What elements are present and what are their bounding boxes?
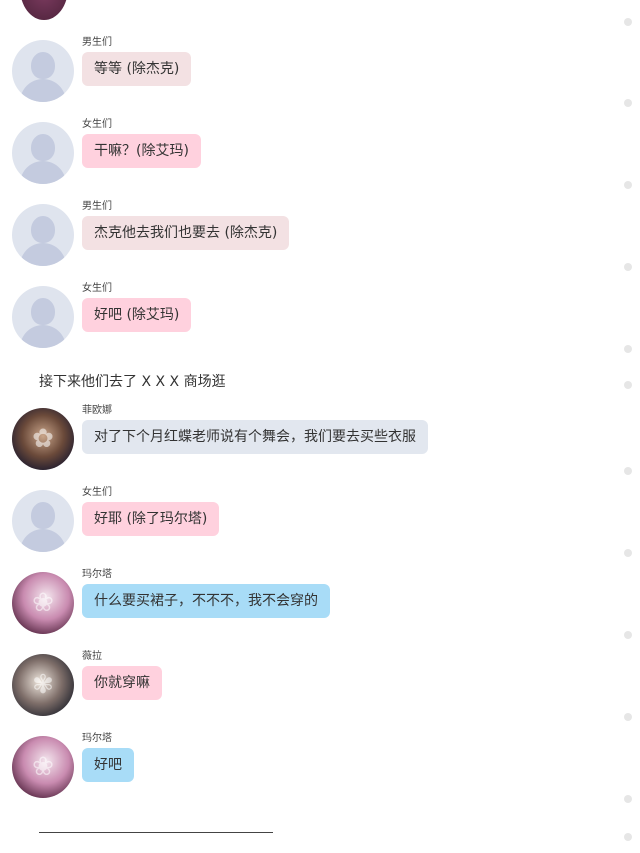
sender-name: 薇拉 <box>82 651 102 662</box>
sender-name: 男生们 <box>82 201 112 212</box>
person-silhouette-icon <box>31 134 55 161</box>
divider-line <box>39 832 273 833</box>
character-portrait-icon: ❀ <box>32 752 54 782</box>
sender-name: 女生们 <box>82 487 112 498</box>
scroll-dot <box>624 833 632 841</box>
narration-text: 接下来他们去了 X X X 商场逛 <box>39 374 226 390</box>
scroll-dot <box>624 795 632 803</box>
scroll-dot <box>624 713 632 721</box>
chat-message: 女生们 干嘛？(除艾玛) <box>12 119 572 184</box>
sender-name: 玛尔塔 <box>82 569 112 580</box>
message-bubble[interactable]: 好耶 (除了玛尔塔) <box>82 502 220 536</box>
message-bubble[interactable]: 干嘛？(除艾玛) <box>82 134 201 168</box>
avatar-placeholder[interactable] <box>12 204 74 266</box>
scroll-indicator-track[interactable] <box>618 0 638 853</box>
avatar-marta[interactable]: ❀ <box>12 572 74 634</box>
scroll-dot <box>624 18 632 26</box>
scroll-dot <box>624 549 632 557</box>
sender-name: 玛尔塔 <box>82 733 112 744</box>
scroll-dot <box>624 181 632 189</box>
avatar-feiou[interactable]: ✿ <box>12 408 74 470</box>
person-silhouette-icon <box>31 52 55 79</box>
sender-name: 菲欧娜 <box>82 405 112 416</box>
scroll-dot <box>624 345 632 353</box>
chat-message: 女生们 好吧 (除艾玛) <box>12 283 572 348</box>
message-bubble[interactable]: 对了下个月红蝶老师说有个舞会，我们要去买些衣服 <box>82 420 428 454</box>
avatar-marta[interactable]: ❀ <box>12 736 74 798</box>
person-silhouette-icon <box>31 502 55 529</box>
avatar-placeholder[interactable] <box>12 286 74 348</box>
avatar-partial-top <box>20 0 68 20</box>
message-bubble[interactable]: 好吧 <box>82 748 134 782</box>
scroll-dot <box>624 99 632 107</box>
sender-name: 女生们 <box>82 119 112 130</box>
chat-message: ❀ 玛尔塔 好吧 <box>12 733 572 798</box>
message-bubble[interactable]: 什么要买裙子，不不不，我不会穿的 <box>82 584 330 618</box>
avatar-placeholder[interactable] <box>12 122 74 184</box>
person-silhouette-icon <box>31 298 55 325</box>
message-bubble[interactable]: 你就穿嘛 <box>82 666 162 700</box>
avatar-placeholder[interactable] <box>12 40 74 102</box>
message-bubble[interactable]: 好吧 (除艾玛) <box>82 298 192 332</box>
message-bubble[interactable]: 等等 (除杰克) <box>82 52 192 86</box>
person-silhouette-icon <box>31 216 55 243</box>
chat-message: ✾ 薇拉 你就穿嘛 <box>12 651 572 716</box>
scroll-dot <box>624 631 632 639</box>
sender-name: 女生们 <box>82 283 112 294</box>
character-portrait-icon: ❀ <box>32 588 54 618</box>
chat-message: 女生们 好耶 (除了玛尔塔) <box>12 487 572 552</box>
sender-name: 男生们 <box>82 37 112 48</box>
scroll-dot <box>624 467 632 475</box>
character-portrait-icon: ✿ <box>32 424 54 454</box>
avatar-weila[interactable]: ✾ <box>12 654 74 716</box>
scroll-dot <box>624 263 632 271</box>
scroll-dot <box>624 381 632 389</box>
message-bubble[interactable]: 杰克他去我们也要去 (除杰克) <box>82 216 290 250</box>
avatar-placeholder[interactable] <box>12 490 74 552</box>
character-portrait-icon: ✾ <box>32 670 54 700</box>
chat-message: 男生们 杰克他去我们也要去 (除杰克) <box>12 201 572 266</box>
chat-message: ❀ 玛尔塔 什么要买裙子，不不不，我不会穿的 <box>12 569 572 634</box>
chat-message: ✿ 菲欧娜 对了下个月红蝶老师说有个舞会，我们要去买些衣服 <box>12 405 572 470</box>
chat-message: 男生们 等等 (除杰克) <box>12 37 572 102</box>
